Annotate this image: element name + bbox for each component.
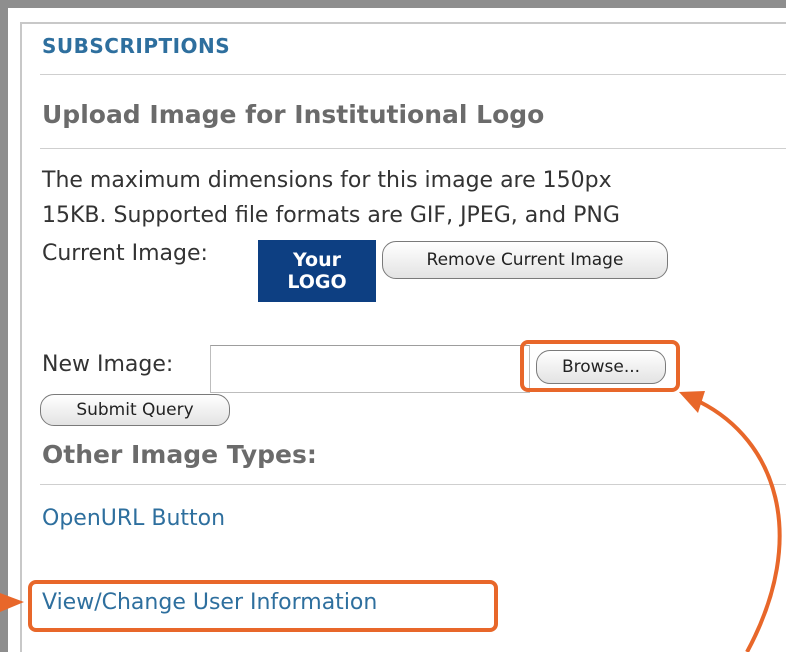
curved-arrow-line bbox=[699, 400, 782, 652]
left-arrow-head bbox=[0, 593, 24, 612]
arrow-head bbox=[679, 391, 705, 413]
annotation-arrows bbox=[0, 391, 782, 652]
screenshot-stage: SUBSCRIPTIONS Upload Image for Instituti… bbox=[0, 0, 786, 652]
